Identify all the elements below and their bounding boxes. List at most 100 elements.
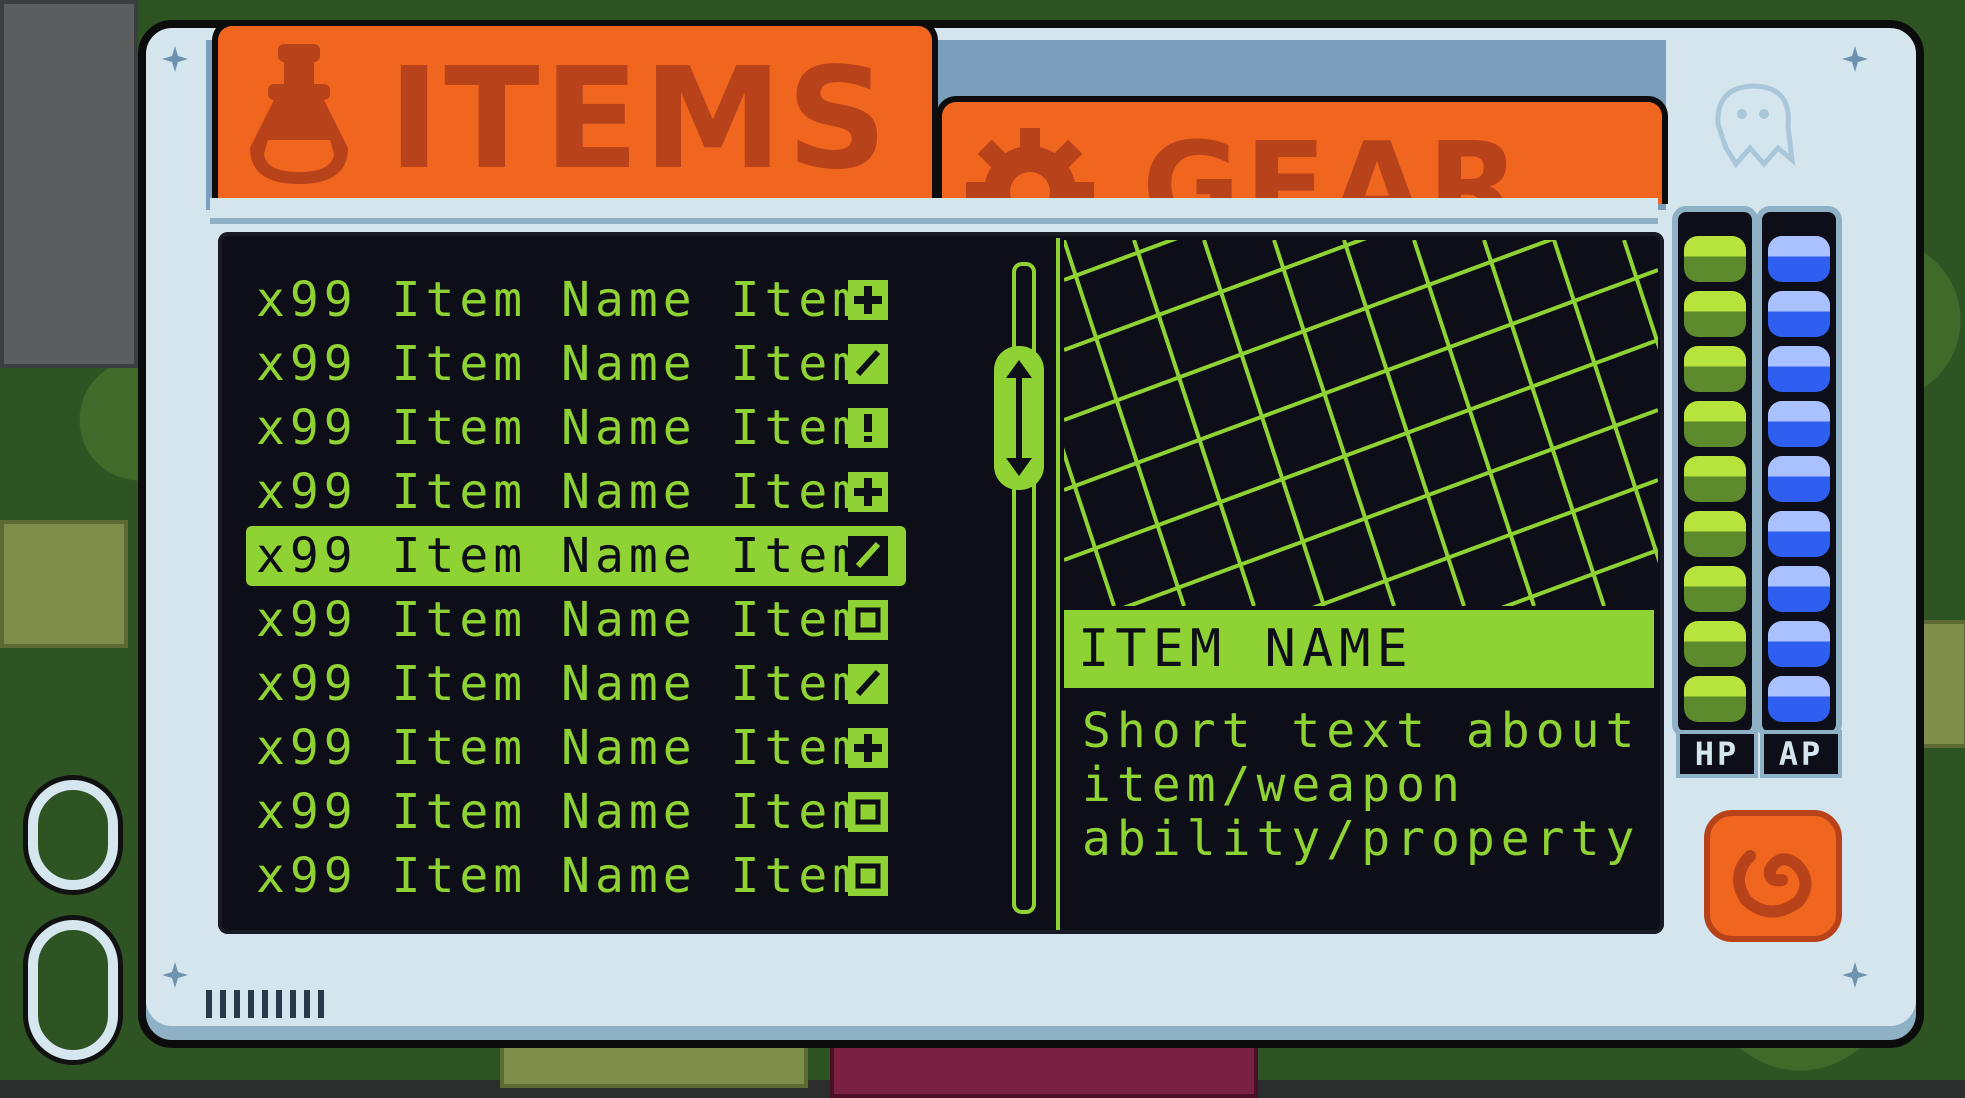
meter-cell — [1684, 236, 1746, 282]
list-item[interactable]: x99 Item Name Item — [252, 588, 932, 652]
list-item[interactable]: x99 Item Name Item — [252, 332, 932, 396]
item-name: Item Name Item — [391, 528, 867, 584]
item-label: x99 Item Name Item — [256, 336, 866, 392]
item-name: Item Name Item — [391, 336, 867, 392]
meter-cell — [1768, 621, 1830, 667]
swirl-icon — [1733, 850, 1812, 918]
description-line: ability/property — [1082, 811, 1641, 867]
potion-icon — [250, 44, 348, 184]
list-item[interactable]: x99 Item Name Item — [252, 652, 932, 716]
meter-cell — [1768, 346, 1830, 392]
list-item[interactable]: x99 Item Name Item — [252, 396, 932, 460]
ap-label: AP — [1760, 730, 1842, 778]
close-button[interactable] — [1704, 810, 1842, 942]
meter-cell — [1684, 511, 1746, 557]
item-quantity: x99 — [256, 336, 358, 392]
item-label: x99 Item Name Item — [256, 528, 866, 584]
tab-divider-strip — [210, 198, 1658, 224]
item-quantity: x99 — [256, 528, 358, 584]
meter-cell — [1768, 676, 1830, 722]
hp-label: HP — [1676, 730, 1758, 778]
meter-cell — [1684, 621, 1746, 667]
item-label: x99 Item Name Item — [256, 400, 866, 456]
corner-rivet-icon — [162, 46, 188, 72]
item-detail-description: Short text about item/weapon ability/pro… — [1082, 704, 1652, 866]
list-item[interactable]: x99 Item Name Item — [252, 780, 932, 844]
item-quantity: x99 — [256, 656, 358, 712]
list-item[interactable]: x99 Item Name Item — [252, 460, 932, 524]
tab-items[interactable]: ITEMS — [212, 20, 938, 204]
background-pipe — [28, 780, 118, 890]
corner-rivet-icon — [162, 962, 188, 988]
exclamation-icon — [848, 408, 888, 448]
scrollbar-thumb[interactable] — [994, 346, 1044, 490]
tab-items-label: ITEMS — [388, 38, 892, 201]
meter-cell — [1768, 566, 1830, 612]
meter-cell — [1768, 511, 1830, 557]
item-name: Item Name Item — [391, 400, 867, 456]
item-label: x99 Item Name Item — [256, 720, 866, 776]
plus-icon — [848, 280, 888, 320]
item-label: x99 Item Name Item — [256, 848, 866, 904]
frame-vent — [206, 990, 326, 1018]
background-floor-tile — [0, 520, 128, 648]
square-icon — [848, 792, 888, 832]
square-icon — [848, 856, 888, 896]
list-item-selected[interactable]: x99 Item Name Item — [246, 524, 932, 588]
item-preview-grid — [1064, 240, 1658, 606]
list-item[interactable]: x99 Item Name Item — [252, 268, 932, 332]
slash-icon — [848, 664, 888, 704]
item-label: x99 Item Name Item — [256, 592, 866, 648]
item-label: x99 Item Name Item — [256, 272, 866, 328]
ap-meter — [1756, 206, 1842, 738]
meter-cell — [1684, 291, 1746, 337]
item-name: Item Name Item — [391, 720, 867, 776]
list-item[interactable]: x99 Item Name Item — [252, 716, 932, 780]
item-name: Item Name Item — [391, 592, 867, 648]
item-quantity: x99 — [256, 272, 358, 328]
item-label: x99 Item Name Item — [256, 464, 866, 520]
meter-cell — [1768, 236, 1830, 282]
item-detail-title: ITEM NAME — [1064, 610, 1654, 688]
description-line: item/weapon — [1082, 757, 1466, 813]
tab-gear[interactable]: GEAR — [936, 96, 1668, 204]
vertical-arrows-icon — [1006, 360, 1032, 476]
gear-icon — [966, 128, 1094, 204]
item-list: x99 Item Name Item x99 Item Name Item x99 … — [246, 268, 932, 908]
list-item[interactable]: x99 Item Name Item — [252, 844, 932, 908]
plus-icon — [848, 472, 888, 512]
corner-rivet-icon — [1842, 962, 1868, 988]
item-quantity: x99 — [256, 592, 358, 648]
tab-gear-label: GEAR — [1142, 118, 1524, 205]
item-label: x99 Item Name Item — [256, 656, 866, 712]
meter-cell — [1684, 456, 1746, 502]
panel-divider — [1056, 238, 1060, 930]
meter-cell — [1768, 401, 1830, 447]
item-quantity: x99 — [256, 464, 358, 520]
hp-meter — [1672, 206, 1758, 738]
item-label: x99 Item Name Item — [256, 784, 866, 840]
item-name: Item Name Item — [391, 272, 867, 328]
square-icon — [848, 600, 888, 640]
description-line: Short text about — [1082, 703, 1641, 759]
meter-cell — [1684, 676, 1746, 722]
meter-cell — [1684, 566, 1746, 612]
slash-icon — [848, 536, 888, 576]
item-quantity: x99 — [256, 400, 358, 456]
item-name: Item Name Item — [391, 656, 867, 712]
background-pipe — [28, 920, 118, 1060]
item-name: Item Name Item — [391, 464, 867, 520]
plus-icon — [848, 728, 888, 768]
slash-icon — [848, 344, 888, 384]
meter-cell — [1768, 291, 1830, 337]
item-quantity: x99 — [256, 720, 358, 776]
meter-cell — [1684, 401, 1746, 447]
ghost-icon — [1715, 83, 1796, 169]
item-quantity: x99 — [256, 784, 358, 840]
item-name: Item Name Item — [391, 848, 867, 904]
preview-grid-lines — [1064, 240, 1658, 606]
background-stone-block — [0, 0, 138, 368]
meter-cell — [1768, 456, 1830, 502]
meter-cell — [1684, 346, 1746, 392]
item-quantity: x99 — [256, 848, 358, 904]
